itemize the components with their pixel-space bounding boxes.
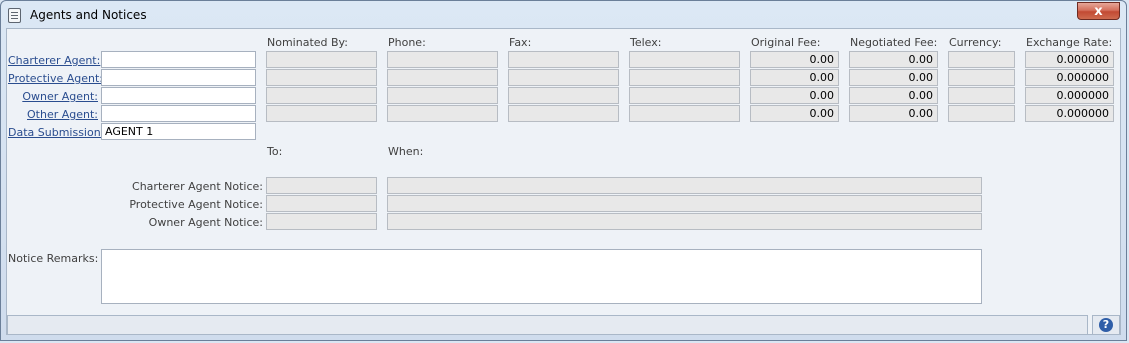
nominated-by-field: [266, 51, 377, 68]
original-fee-field: 0.00: [750, 69, 839, 86]
fax-field: [508, 51, 619, 68]
help-icon: ?: [1099, 318, 1113, 332]
charterer-agent-field[interactable]: [101, 51, 256, 68]
telex-field: [629, 105, 740, 122]
header-currency: Currency:: [949, 36, 1002, 49]
nominated-by-field: [266, 87, 377, 104]
owner-notice-label: Owner Agent Notice:: [148, 216, 263, 229]
negotiated-fee-field: 0.00: [849, 69, 938, 86]
charterer-notice-when-field: [387, 177, 982, 194]
status-bar: [7, 315, 1088, 335]
header-fax: Fax:: [509, 36, 532, 49]
exchange-rate-field: 0.000000: [1025, 105, 1114, 122]
fax-field: [508, 87, 619, 104]
currency-field: [948, 105, 1015, 122]
header-telex: Telex:: [630, 36, 662, 49]
other-agent-link[interactable]: Other Agent:: [8, 108, 98, 121]
charterer-agent-link[interactable]: Charterer Agent:: [8, 54, 100, 67]
data-submission-link[interactable]: Data Submission:: [8, 126, 104, 139]
protective-agent-field[interactable]: [101, 69, 256, 86]
phone-field: [387, 69, 498, 86]
telex-field: [629, 51, 740, 68]
protective-notice-when-field: [387, 195, 982, 212]
exchange-rate-field: 0.000000: [1025, 69, 1114, 86]
protective-agent-link[interactable]: Protective Agent:: [8, 72, 103, 85]
help-button[interactable]: ?: [1092, 315, 1120, 335]
protective-notice-to-field: [266, 195, 377, 212]
exchange-rate-field: 0.000000: [1025, 87, 1114, 104]
form-icon: [8, 8, 21, 23]
notice-remarks-label: Notice Remarks:: [8, 252, 99, 265]
header-to: To:: [267, 145, 283, 158]
phone-field: [387, 105, 498, 122]
phone-field: [387, 87, 498, 104]
data-submission-field[interactable]: AGENT 1: [101, 123, 256, 140]
protective-notice-label: Protective Agent Notice:: [129, 198, 263, 211]
exchange-rate-field: 0.000000: [1025, 51, 1114, 68]
telex-field: [629, 87, 740, 104]
currency-field: [948, 69, 1015, 86]
header-original-fee: Original Fee:: [751, 36, 821, 49]
nominated-by-field: [266, 105, 377, 122]
fax-field: [508, 105, 619, 122]
title-bar: Agents and Notices: [1, 1, 1126, 29]
header-exchange-rate: Exchange Rate:: [1026, 36, 1113, 49]
telex-field: [629, 69, 740, 86]
header-phone: Phone:: [388, 36, 426, 49]
header-when: When:: [388, 145, 424, 158]
owner-agent-link[interactable]: Owner Agent:: [8, 90, 98, 103]
owner-notice-to-field: [266, 213, 377, 230]
fax-field: [508, 69, 619, 86]
close-icon: x: [1094, 4, 1103, 19]
header-nominated-by: Nominated By:: [267, 36, 348, 49]
charterer-notice-to-field: [266, 177, 377, 194]
currency-field: [948, 51, 1015, 68]
original-fee-field: 0.00: [750, 87, 839, 104]
phone-field: [387, 51, 498, 68]
negotiated-fee-field: 0.00: [849, 87, 938, 104]
negotiated-fee-field: 0.00: [849, 105, 938, 122]
charterer-notice-label: Charterer Agent Notice:: [132, 180, 263, 193]
header-negotiated-fee: Negotiated Fee:: [850, 36, 938, 49]
nominated-by-field: [266, 69, 377, 86]
negotiated-fee-field: 0.00: [849, 51, 938, 68]
owner-agent-field[interactable]: [101, 87, 256, 104]
currency-field: [948, 87, 1015, 104]
owner-notice-when-field: [387, 213, 982, 230]
close-button[interactable]: x: [1077, 2, 1120, 20]
window-title: Agents and Notices: [30, 8, 147, 22]
notice-remarks-field[interactable]: [101, 249, 982, 304]
other-agent-field[interactable]: [101, 105, 256, 122]
original-fee-field: 0.00: [750, 51, 839, 68]
original-fee-field: 0.00: [750, 105, 839, 122]
